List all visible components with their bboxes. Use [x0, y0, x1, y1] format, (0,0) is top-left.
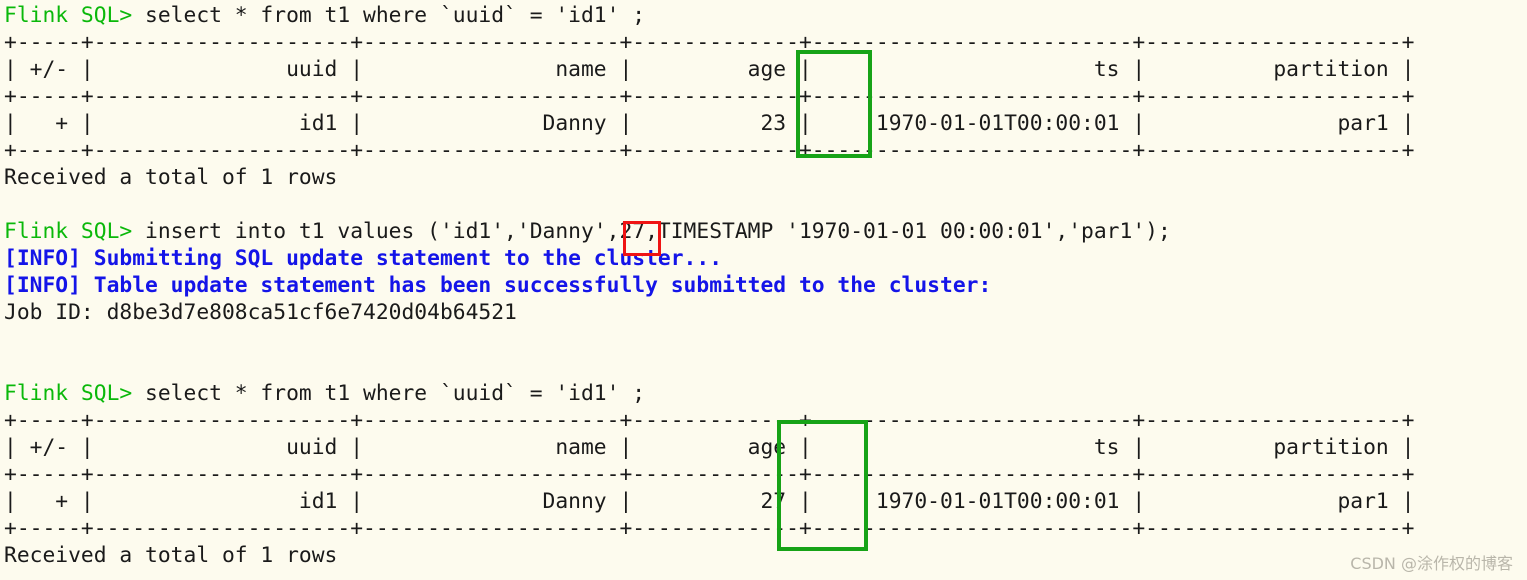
command-text: select * from t1 where `uuid` = 'id1' ;	[132, 381, 646, 406]
table-rule: +-----+--------------------+------------…	[4, 516, 1415, 541]
table-row: | + | id1 | Danny | 27 | 1970-01-01T00:0…	[4, 489, 1415, 514]
terminal-line-select-2: Flink SQL> select * from t1 where `uuid`…	[4, 380, 645, 407]
insert-command-text: insert into t1 values ('id1','Danny',27,…	[132, 219, 1171, 244]
prompt-label: Flink SQL>	[4, 3, 133, 28]
info-line-submitting: [INFO] Submitting SQL update statement t…	[4, 246, 723, 271]
info-line-submitted: [INFO] Table update statement has been s…	[4, 273, 992, 298]
terminal-window: Flink SQL> select * from t1 where `uuid`…	[0, 0, 1527, 580]
table-rule: +-----+--------------------+------------…	[4, 138, 1415, 163]
terminal-line-1: Flink SQL> select * from t1 where `uuid`…	[4, 2, 645, 29]
prompt-label: Flink SQL>	[4, 381, 133, 406]
table-rule: +-----+--------------------+------------…	[4, 462, 1415, 487]
command-text: select * from t1 where `uuid` = 'id1' ;	[132, 3, 646, 28]
table-rule: +-----+--------------------+------------…	[4, 84, 1415, 109]
table-row: | + | id1 | Danny | 23 | 1970-01-01T00:0…	[4, 111, 1415, 136]
table-header-row: | +/- | uuid | name | age | ts | partiti…	[4, 435, 1415, 460]
terminal-line-insert: Flink SQL> insert into t1 values ('id1',…	[4, 218, 1171, 245]
watermark: CSDN @涂作权的博客	[1350, 554, 1513, 573]
prompt-label: Flink SQL>	[4, 219, 133, 244]
job-id-line: Job ID: d8be3d7e808ca51cf6e7420d04b64521	[4, 300, 517, 325]
table-rule: +-----+--------------------+------------…	[4, 408, 1415, 433]
row-count-message: Received a total of 1 rows	[4, 543, 338, 568]
table-header-row: | +/- | uuid | name | age | ts | partiti…	[4, 57, 1415, 82]
table-rule: +-----+--------------------+------------…	[4, 30, 1415, 55]
row-count-message: Received a total of 1 rows	[4, 165, 338, 190]
